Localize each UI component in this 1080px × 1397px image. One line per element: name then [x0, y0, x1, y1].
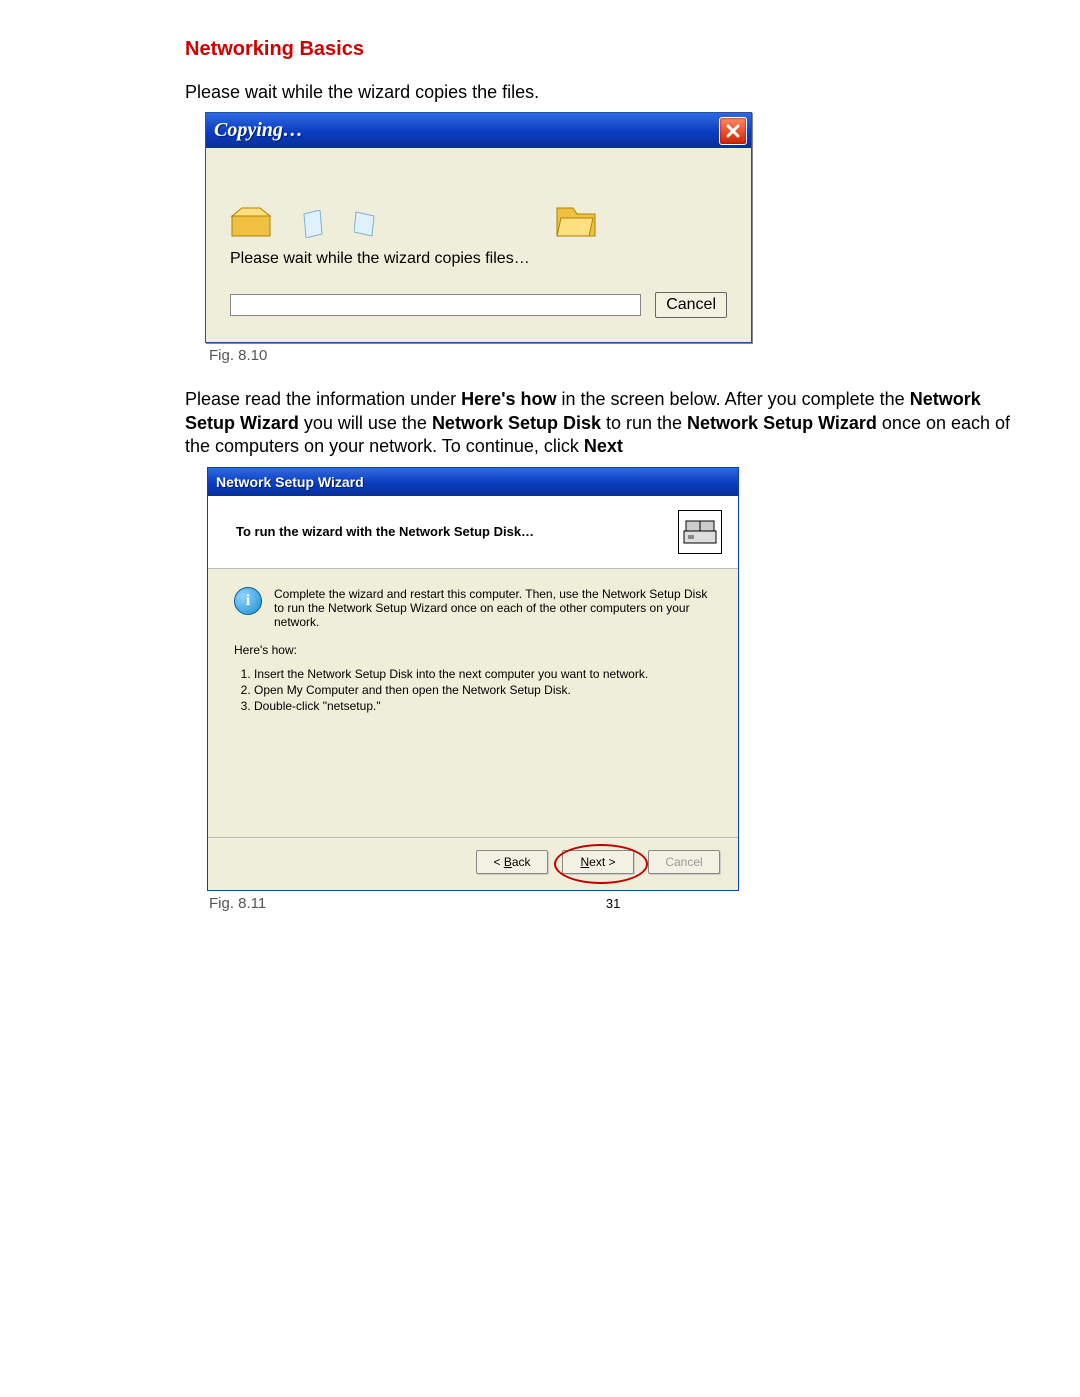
copying-titlebar: Copying… — [206, 113, 751, 148]
wizard-step: Open My Computer and then open the Netwo… — [254, 683, 712, 697]
flying-paper-icon — [354, 210, 376, 238]
back-button[interactable]: < Back — [476, 850, 548, 874]
heres-how-label: Here's how: — [234, 643, 712, 657]
progress-bar — [230, 294, 641, 316]
wizard-title: Network Setup Wizard — [216, 474, 364, 490]
wizard-titlebar: Network Setup Wizard — [208, 468, 738, 496]
section-heading: Networking Basics — [185, 38, 1020, 61]
wizard-header: To run the wizard with the Network Setup… — [208, 496, 738, 569]
network-disk-icon — [678, 510, 722, 554]
wizard-step: Double-click "netsetup." — [254, 699, 712, 713]
wizard-steps: Insert the Network Setup Disk into the n… — [234, 667, 712, 713]
folder-open-icon — [230, 204, 272, 238]
cancel-button: Cancel — [648, 850, 720, 874]
wizard-dialog: Network Setup Wizard To run the wizard w… — [207, 467, 739, 891]
intro-text-2: Please read the information under Here's… — [185, 388, 1020, 458]
cancel-button[interactable]: Cancel — [655, 292, 727, 318]
info-icon: i — [234, 587, 262, 615]
wizard-footer: < Back Next > Cancel — [208, 837, 738, 890]
wizard-info-text: Complete the wizard and restart this com… — [274, 587, 712, 629]
flying-paper-icon — [302, 210, 324, 238]
wizard-header-text: To run the wizard with the Network Setup… — [236, 524, 534, 539]
copying-body-text: Please wait while the wizard copies file… — [230, 250, 727, 268]
figure-caption-1: Fig. 8.10 — [209, 347, 1020, 364]
copying-title: Copying… — [214, 119, 303, 142]
next-button[interactable]: Next > — [562, 850, 634, 874]
figure-caption-2: Fig. 8.11 — [209, 895, 266, 912]
wizard-step: Insert the Network Setup Disk into the n… — [254, 667, 712, 681]
intro-text-1: Please wait while the wizard copies the … — [185, 81, 1020, 104]
page-number: 31 — [266, 896, 960, 911]
folder-icon — [555, 204, 597, 238]
copying-dialog: Copying… — [205, 112, 752, 343]
copy-animation — [230, 168, 727, 238]
close-icon[interactable] — [719, 117, 747, 145]
